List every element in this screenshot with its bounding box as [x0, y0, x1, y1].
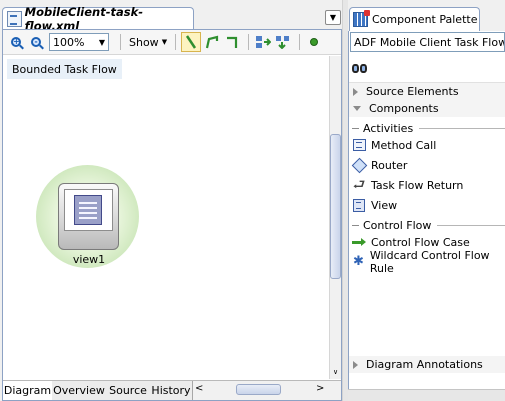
view-icon — [353, 198, 365, 212]
scroll-right-icon[interactable]: > — [316, 383, 324, 394]
palette-bottom-edge — [348, 389, 505, 401]
tab-diagram[interactable]: Diagram — [3, 381, 53, 400]
grid-dot-icon — [310, 38, 319, 46]
group-rule — [437, 224, 505, 226]
group-activities: Activities — [352, 121, 505, 135]
router-icon — [351, 157, 367, 173]
section-source-elements-label: Source Elements — [366, 85, 459, 98]
binoculars-icon — [352, 63, 359, 73]
layout-vertical-icon — [276, 36, 290, 49]
layout-horizontal-icon — [256, 36, 272, 48]
section-diagram-annotations[interactable]: Diagram Annotations — [349, 356, 505, 373]
scroll-left-icon[interactable]: < — [195, 383, 203, 394]
section-diagram-annotations-label: Diagram Annotations — [366, 358, 483, 371]
zoom-in-button[interactable]: + — [7, 33, 25, 51]
diagram-toolbar: + - 100% ▼ Show ▼ — [3, 30, 341, 55]
group-rule — [419, 127, 505, 129]
task-flow-return-icon: ⮐ — [352, 177, 366, 193]
vertical-scroll-thumb[interactable] — [330, 134, 341, 279]
toolbar-separator — [120, 34, 121, 50]
show-menu-label: Show — [129, 35, 159, 49]
component-palette-tab[interactable]: Component Palette — [349, 7, 480, 31]
show-menu-button[interactable]: Show ▼ — [126, 36, 170, 49]
zoom-out-button[interactable]: - — [27, 33, 45, 51]
palette-item-label: Method Call — [371, 138, 437, 152]
scroll-down-icon[interactable]: ∨ — [330, 368, 341, 378]
zoom-level-select[interactable]: 100% ▼ — [49, 33, 109, 51]
layout-vertical-button[interactable] — [274, 33, 292, 51]
group-control-flow-label: Control Flow — [363, 218, 432, 232]
palette-item-task-flow-return[interactable]: ⮐ Task Flow Return — [352, 176, 505, 194]
palette-item-router[interactable]: Router — [351, 156, 505, 174]
palette-item-label: Control Flow Case — [371, 235, 470, 249]
curved-line-icon — [206, 35, 219, 49]
collapse-icon — [353, 106, 361, 111]
group-activities-label: Activities — [363, 121, 414, 135]
search-button[interactable] — [352, 60, 370, 76]
group-dash — [352, 127, 359, 129]
task-flow-file-icon — [7, 10, 22, 27]
palette-item-label: View — [371, 198, 398, 212]
chevron-down-icon: ▼ — [161, 38, 168, 46]
orthogonal-line-button[interactable] — [223, 33, 241, 51]
toolbar-separator — [175, 34, 177, 50]
palette-library-select[interactable]: ADF Mobile Client Task Flow — [350, 32, 505, 52]
zoom-out-icon: - — [31, 37, 41, 47]
section-source-elements[interactable]: Source Elements — [349, 83, 505, 100]
tab-list-dropdown-button[interactable]: ▼ — [325, 10, 341, 25]
orthogonal-line-icon — [227, 36, 238, 48]
straight-line-icon — [186, 35, 197, 49]
palette-item-method-call[interactable]: Method Call — [352, 136, 505, 154]
straight-line-button[interactable] — [181, 32, 202, 52]
bounded-task-flow-label: Bounded Task Flow — [7, 59, 122, 79]
expand-icon — [353, 87, 358, 96]
page-icon — [74, 195, 102, 225]
horizontal-scroll-thumb[interactable] — [236, 384, 281, 395]
component-palette-tab-label: Component Palette — [372, 13, 478, 26]
control-flow-arrow-icon — [352, 238, 366, 246]
zoom-in-icon: + — [11, 37, 21, 47]
palette-icon — [353, 10, 370, 27]
wildcard-icon: ✱ — [352, 254, 364, 269]
tab-history[interactable]: History — [150, 381, 193, 400]
group-control-flow: Control Flow — [352, 218, 505, 232]
binoculars-icon-right — [360, 63, 367, 73]
zoom-level-value: 100% — [53, 35, 85, 49]
tab-overview[interactable]: Overview — [52, 381, 107, 400]
palette-item-label: Task Flow Return — [371, 178, 464, 192]
toolbar-separator — [299, 34, 301, 50]
tab-source[interactable]: Source — [106, 381, 151, 400]
toolbar-separator — [248, 34, 250, 50]
editor-tab[interactable]: MobileClient-task-flow.xml — [2, 5, 194, 33]
palette-item-label: Wildcard Control Flow Rule — [369, 249, 490, 275]
group-dash — [352, 224, 359, 226]
palette-item-label: Router — [371, 158, 408, 172]
section-components[interactable]: Components — [349, 100, 505, 117]
grid-toggle-button[interactable] — [305, 33, 323, 51]
section-components-label: Components — [369, 102, 439, 115]
palette-item-view[interactable]: View — [352, 196, 505, 214]
method-call-icon — [352, 139, 366, 151]
layout-horizontal-button[interactable] — [254, 33, 272, 51]
curved-line-button[interactable] — [203, 33, 221, 51]
view-activity-label[interactable]: view1 — [68, 253, 110, 266]
palette-item-wildcard-control-flow-rule[interactable]: ✱ Wildcard Control Flow Rule — [352, 249, 505, 275]
expand-icon — [353, 360, 358, 369]
chevron-down-icon: ▼ — [98, 37, 105, 47]
